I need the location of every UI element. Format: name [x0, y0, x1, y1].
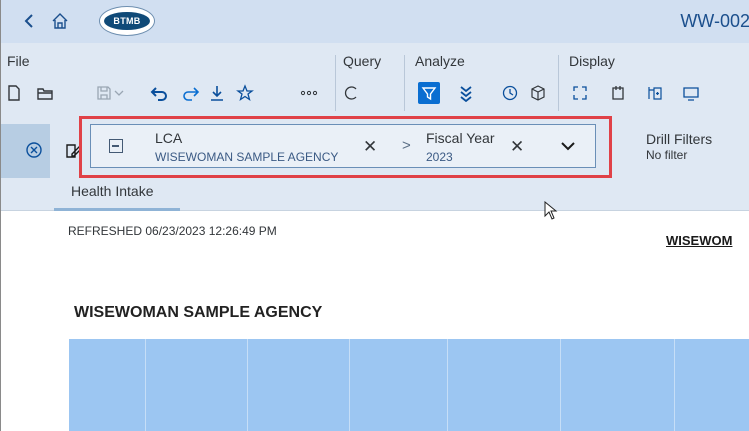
more-icon[interactable]: [299, 83, 319, 103]
column-divider: [447, 339, 448, 431]
mouse-pointer-icon: [544, 200, 558, 226]
group-separator: [335, 55, 336, 111]
open-folder-icon[interactable]: [35, 83, 55, 103]
column-divider: [674, 339, 675, 431]
refresh-query-icon[interactable]: [341, 83, 361, 103]
app-window: BTMB WW-002 File Query Analyze Display L…: [0, 0, 749, 431]
column-divider: [145, 339, 146, 431]
filter-icon[interactable]: [418, 82, 440, 104]
report-title: WISEWOM: [666, 233, 733, 248]
home-icon[interactable]: [51, 12, 69, 30]
drill-icon[interactable]: [456, 83, 476, 103]
report-tab-bar: Health Intake: [1, 178, 749, 211]
group-label-display: Display: [569, 53, 615, 69]
history-icon[interactable]: [500, 83, 520, 103]
insert-object-icon[interactable]: [608, 83, 628, 103]
export-download-icon[interactable]: [207, 83, 227, 103]
group-label-file: File: [7, 53, 30, 69]
undo-icon[interactable]: [149, 83, 169, 103]
group-label-query: Query: [343, 53, 382, 69]
save-icon[interactable]: [94, 83, 114, 103]
column-divider: [349, 339, 350, 431]
reset-filter-icon: [26, 142, 42, 158]
column-divider: [560, 339, 561, 431]
active-tab-indicator: [54, 208, 180, 211]
tab-label: Health Intake: [71, 183, 154, 199]
save-dropdown-icon[interactable]: [112, 83, 126, 103]
group-separator: [404, 55, 405, 111]
drill-filters-value: No filter: [646, 148, 688, 162]
toolbar: File Query Analyze Display: [1, 43, 749, 124]
group-label-analyze: Analyze: [415, 53, 465, 69]
drill-filters-label[interactable]: Drill Filters: [646, 131, 712, 147]
document-title: WW-002: [680, 11, 749, 31]
agency-heading: WISEWOMAN SAMPLE AGENCY: [74, 304, 323, 321]
redo-icon[interactable]: [181, 83, 201, 103]
highlight-annotation: [79, 116, 612, 178]
expand-icon[interactable]: [570, 83, 590, 103]
shell-bar: BTMB WW-002: [1, 0, 749, 43]
group-separator: [558, 55, 559, 111]
monitor-icon[interactable]: [681, 83, 701, 103]
reset-filters-button[interactable]: [1, 124, 50, 178]
company-logo[interactable]: BTMB: [99, 6, 155, 36]
outline-icon[interactable]: [645, 83, 665, 103]
report-table-header: [69, 339, 749, 431]
report-canvas: REFRESHED 06/23/2023 12:26:49 PM WISEWOM…: [1, 212, 749, 431]
new-document-icon[interactable]: [4, 83, 24, 103]
logo-text: BTMB: [104, 12, 150, 30]
tab-health-intake[interactable]: Health Intake: [54, 178, 180, 211]
column-divider: [247, 339, 248, 431]
refreshed-timestamp: REFRESHED 06/23/2023 12:26:49 PM: [68, 224, 277, 238]
bookmark-star-icon[interactable]: [235, 83, 255, 103]
back-icon[interactable]: [21, 13, 37, 29]
data-objects-icon[interactable]: [528, 83, 548, 103]
